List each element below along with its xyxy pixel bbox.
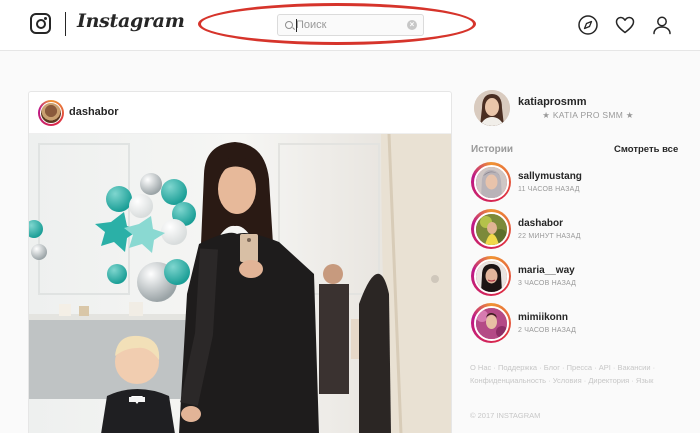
compass-icon[interactable]	[577, 14, 599, 36]
footer-link[interactable]: Вакансии	[617, 363, 650, 372]
story-username: maria__way	[518, 265, 575, 276]
story-username: sallymustang	[518, 171, 582, 182]
feed-post: dashabor	[28, 91, 452, 433]
post-username[interactable]: dashabor	[69, 106, 119, 118]
story-item[interactable]: maria__way 3 ЧАСОВ НАЗАД	[471, 256, 681, 296]
footer-links: О Нас · Поддержка · Блог · Пресса · API …	[470, 363, 656, 385]
story-avatar	[473, 258, 509, 294]
story-time: 11 ЧАСОВ НАЗАД	[518, 186, 580, 193]
stories-heading: Истории	[471, 144, 514, 155]
footer-link[interactable]: Пресса	[567, 363, 592, 372]
footer-link[interactable]: Директория	[588, 376, 629, 385]
post-photo[interactable]	[29, 134, 452, 433]
story-avatar	[473, 211, 509, 247]
story-username: mimiikonn	[518, 312, 569, 323]
story-username: dashabor	[518, 218, 564, 229]
person-icon[interactable]	[651, 14, 673, 36]
post-header: dashabor	[29, 92, 451, 134]
logo-divider	[65, 12, 66, 36]
instagram-wordmark[interactable]: Instagram	[77, 10, 185, 32]
footer-link[interactable]: Блог	[544, 363, 560, 372]
post-avatar[interactable]	[38, 100, 64, 126]
footer-link[interactable]: Условия	[553, 376, 582, 385]
story-avatar-ring	[471, 162, 511, 202]
story-avatar	[473, 305, 509, 341]
heart-icon[interactable]	[614, 14, 636, 36]
story-avatar-ring	[471, 303, 511, 343]
story-item[interactable]: dashabor 22 МИНУТ НАЗАД	[471, 209, 681, 249]
story-time: 22 МИНУТ НАЗАД	[518, 233, 581, 240]
search-highlight-annotation	[198, 3, 476, 45]
footer-link[interactable]: Конфиденциальность	[470, 376, 546, 385]
footer-link[interactable]: Поддержка	[498, 363, 537, 372]
story-avatar-ring	[471, 209, 511, 249]
footer-link[interactable]: API	[599, 363, 611, 372]
profile-fullname: ★ KATIA PRO SMM ★	[542, 110, 634, 120]
story-avatar-ring	[471, 256, 511, 296]
copyright: © 2017 INSTAGRAM	[470, 411, 541, 420]
story-avatar	[473, 164, 509, 200]
story-time: 2 ЧАСОВ НАЗАД	[518, 327, 577, 334]
see-all-stories-link[interactable]: Смотреть все	[614, 144, 678, 155]
footer-link[interactable]: Язык	[636, 376, 654, 385]
story-time: 3 ЧАСОВ НАЗАД	[518, 280, 577, 287]
story-item[interactable]: sallymustang 11 ЧАСОВ НАЗАД	[471, 162, 681, 202]
profile-username[interactable]: katiaprosmm	[518, 96, 586, 108]
footer-link[interactable]: О Нас	[470, 363, 491, 372]
story-item[interactable]: mimiikonn 2 ЧАСОВ НАЗАД	[471, 303, 681, 343]
instagram-logo-icon[interactable]	[30, 13, 51, 34]
profile-avatar[interactable]	[474, 90, 510, 126]
